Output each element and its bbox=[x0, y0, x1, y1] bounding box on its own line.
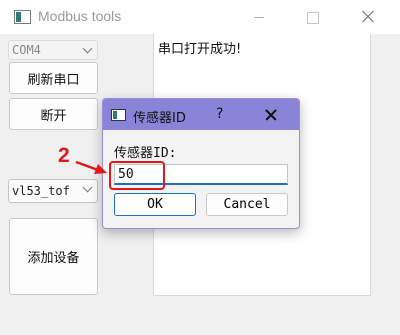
device-type-value: vl53_tof bbox=[12, 184, 70, 198]
window-title: Modbus tools bbox=[38, 8, 122, 24]
device-type-select[interactable]: vl53_tof bbox=[8, 179, 98, 203]
dialog-window-icon bbox=[111, 109, 126, 121]
close-icon[interactable] bbox=[261, 105, 281, 125]
dialog-title: 传感器ID bbox=[133, 111, 186, 126]
step-number-annotation: 2 bbox=[58, 144, 70, 167]
app-window-icon bbox=[14, 10, 31, 24]
sensor-id-label: 传感器ID: bbox=[114, 146, 177, 161]
disconnect-button[interactable]: 断开 bbox=[9, 98, 98, 130]
log-message: 串口打开成功! bbox=[158, 42, 242, 57]
minimize-button[interactable] bbox=[236, 4, 282, 30]
close-window-button[interactable] bbox=[346, 4, 392, 30]
chevron-down-icon bbox=[82, 182, 93, 193]
help-button[interactable]: ? bbox=[216, 106, 223, 122]
ok-button[interactable]: OK bbox=[114, 193, 196, 216]
cancel-button[interactable]: Cancel bbox=[206, 193, 288, 216]
chevron-down-icon bbox=[82, 43, 93, 54]
title-bar: Modbus tools bbox=[0, 0, 400, 34]
maximize-button[interactable] bbox=[290, 4, 336, 30]
add-device-button[interactable]: 添加设备 bbox=[9, 218, 98, 295]
dialog-title-bar: 传感器ID ? bbox=[103, 99, 299, 130]
serial-port-select[interactable]: COM4 bbox=[8, 40, 98, 60]
serial-port-value: COM4 bbox=[12, 43, 41, 57]
refresh-ports-button[interactable]: 刷新串口 bbox=[9, 62, 98, 94]
highlight-box bbox=[109, 161, 165, 190]
